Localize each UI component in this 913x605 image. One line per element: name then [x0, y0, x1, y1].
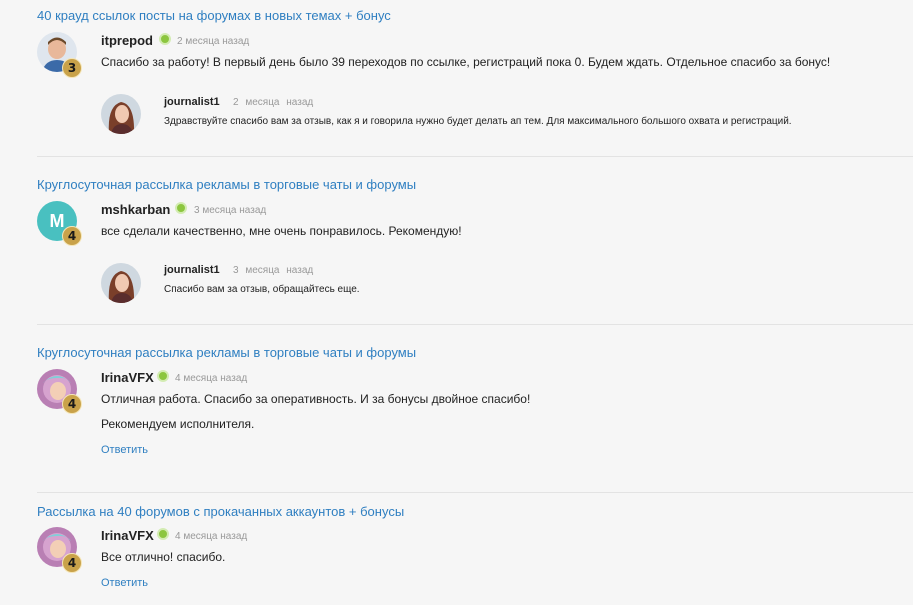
reply-time: 2 месяца назад — [233, 97, 314, 108]
online-status-icon — [159, 33, 171, 45]
review-card: Круглосуточная рассылка рекламы в торгов… — [37, 345, 913, 493]
seller-photo-icon — [101, 263, 141, 303]
seller-name[interactable]: journalist1 — [164, 264, 220, 276]
online-status-icon — [157, 370, 169, 382]
author-name[interactable]: itprepod — [101, 33, 153, 48]
level-badge: 3 — [62, 58, 82, 78]
review-card: 40 крауд ссылок посты на форумах в новых… — [37, 8, 913, 157]
online-status-icon — [157, 528, 169, 540]
online-status-icon — [175, 202, 187, 214]
review-text: Все отлично! спасибо. — [101, 550, 226, 564]
review-time: 3 месяца назад — [194, 205, 267, 216]
review-card: Круглосуточная рассылка рекламы в торгов… — [37, 177, 913, 325]
author-name[interactable]: IrinaVFX — [101, 528, 154, 543]
reply-button[interactable]: Ответить — [101, 577, 148, 589]
review-time: 4 месяца назад — [175, 531, 248, 542]
review-order-title[interactable]: Круглосуточная рассылка рекламы в торгов… — [37, 345, 416, 360]
author-name[interactable]: IrinaVFX — [101, 370, 154, 385]
level-badge: 4 — [62, 394, 82, 414]
review-time: 2 месяца назад — [177, 36, 250, 47]
level-badge: 4 — [62, 226, 82, 246]
review-order-title[interactable]: 40 крауд ссылок посты на форумах в новых… — [37, 8, 391, 23]
review-text: Отличная работа. Спасибо за оперативност… — [101, 392, 531, 406]
review-time: 4 месяца назад — [175, 373, 248, 384]
reply-time: 3 месяца назад — [233, 265, 314, 276]
seller-name[interactable]: journalist1 — [164, 96, 220, 108]
review-order-title[interactable]: Рассылка на 40 форумов с прокачанных акк… — [37, 504, 404, 519]
review-text: все сделали качественно, мне очень понра… — [101, 224, 462, 238]
seller-avatar[interactable] — [101, 263, 141, 303]
level-badge: 4 — [62, 553, 82, 573]
author-name[interactable]: mshkarban — [101, 202, 170, 217]
seller-photo-icon — [101, 94, 141, 134]
seller-avatar[interactable] — [101, 94, 141, 134]
reply-text: Спасибо вам за отзыв, обращайтесь еще. — [164, 284, 360, 295]
review-order-title[interactable]: Круглосуточная рассылка рекламы в торгов… — [37, 177, 416, 192]
review-card: Рассылка на 40 форумов с прокачанных акк… — [37, 504, 913, 604]
review-text: Спасибо за работу! В первый день было 39… — [101, 55, 831, 69]
review-text-line2: Рекомендуем исполнителя. — [101, 417, 255, 431]
reply-button[interactable]: Ответить — [101, 444, 148, 456]
reply-text: Здравствуйте спасибо вам за отзыв, как я… — [164, 116, 792, 127]
